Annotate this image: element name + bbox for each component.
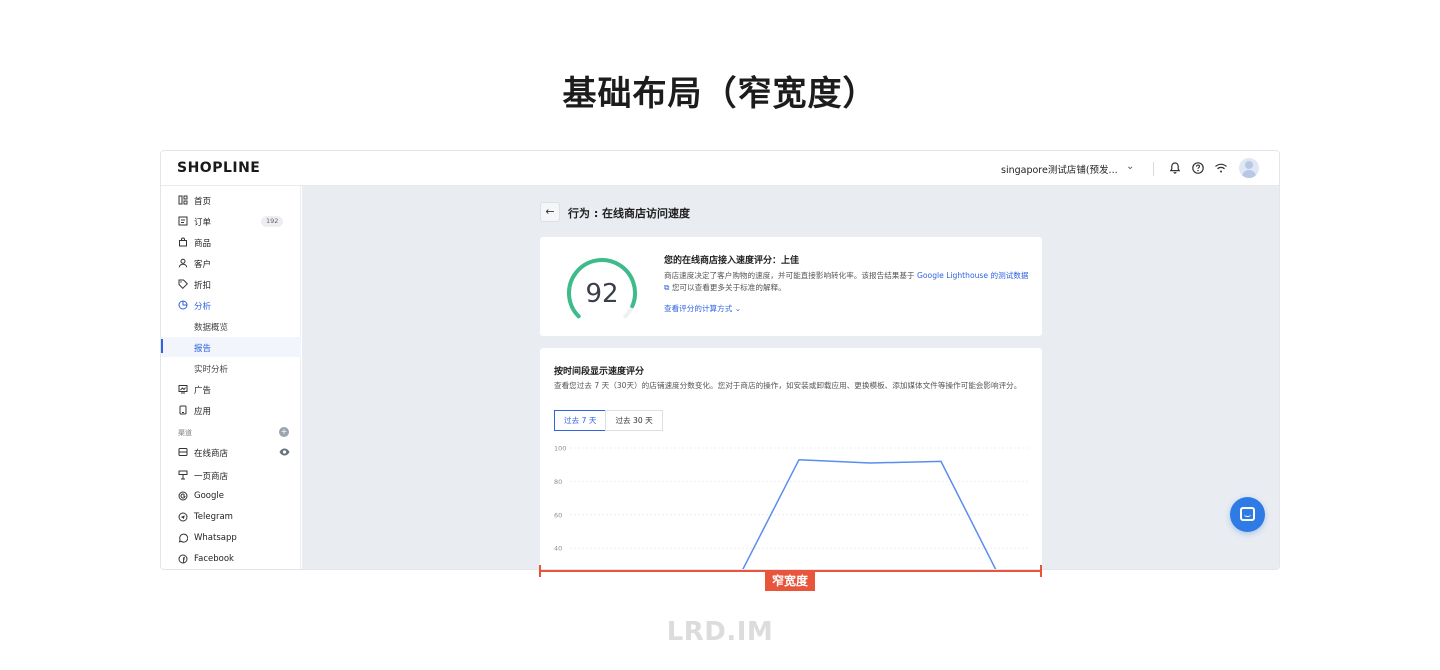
sidebar-item-ads[interactable]: 广告 xyxy=(161,379,301,399)
sidebar-item-label: 分析 xyxy=(194,302,212,312)
back-button[interactable]: ← xyxy=(540,202,560,222)
user-icon xyxy=(178,258,188,268)
bag-icon xyxy=(179,237,187,247)
lighthouse-link[interactable]: Google Lighthouse 的测试数据 xyxy=(917,271,1028,280)
main-content: ← 行为 : 在线商店访问速度 92 您的在线商店接入速度评分：上佳 商店速度决… xyxy=(302,186,1279,569)
footer-brand: LRD.IM xyxy=(666,617,774,647)
score-title: 您的在线商店接入速度评分：上佳 xyxy=(664,256,800,266)
sidebar-item-label: 实时分析 xyxy=(194,365,229,375)
chat-support-button[interactable] xyxy=(1230,497,1265,532)
score-value: 92 xyxy=(585,279,618,309)
tag-icon xyxy=(178,279,188,289)
sidebar-item-label: Whatsapp xyxy=(194,533,237,543)
divider xyxy=(1153,162,1154,176)
sidebar-item-label: 客户 xyxy=(194,260,212,270)
home-icon xyxy=(178,195,188,205)
chevron-down-icon: ⌄ xyxy=(732,304,742,313)
arrow-left-icon: ← xyxy=(545,205,555,218)
sidebar: 首页 订单 192 商品 客户 折扣 分析 数据概览 报告 实时分析 广告 应用… xyxy=(161,186,301,569)
sidebar-item-label: Google xyxy=(194,491,224,501)
tab-7-days[interactable]: 过去 7 天 xyxy=(554,410,607,431)
calc-method-link[interactable]: 查看评分的计算方式 ⌄ xyxy=(664,303,741,314)
score-gauge: 92 xyxy=(567,258,637,319)
store-icon xyxy=(178,448,188,456)
chart-title: 按时间段显示速度评分 xyxy=(554,367,645,377)
store-name: singapore测试店铺(预发... xyxy=(1001,165,1118,176)
sidebar-item-label: 折扣 xyxy=(194,281,212,291)
sidebar-item-telegram[interactable]: Telegram xyxy=(161,507,301,527)
tab-30-days[interactable]: 过去 30 天 xyxy=(605,410,663,431)
app-icon xyxy=(179,405,187,415)
report-title: 行为 : 在线商店访问速度 xyxy=(568,207,691,220)
order-icon xyxy=(178,216,188,226)
chevron-down-icon: ⌄ xyxy=(1126,161,1135,172)
bell-icon[interactable] xyxy=(1167,160,1183,176)
sidebar-subitem-reports[interactable]: 报告 xyxy=(161,337,301,357)
sidebar-item-label: 应用 xyxy=(194,407,212,417)
score-desc-text: 商店速度决定了客户购物的速度，并可能直接影响转化率。该报告结果基于 xyxy=(664,271,918,280)
sidebar-subitem-overview[interactable]: 数据概览 xyxy=(161,316,301,336)
add-channel-icon[interactable]: + xyxy=(279,427,289,437)
shopline-logo[interactable]: SHOPLINE xyxy=(177,160,260,176)
sidebar-item-label: 一页商店 xyxy=(194,472,229,482)
store-selector[interactable]: singapore测试店铺(预发... ⌄ xyxy=(1001,161,1134,176)
y-tick-label: 40 xyxy=(554,545,562,553)
speed-score-card: 92 您的在线商店接入速度评分：上佳 商店速度决定了客户购物的速度，并可能直接影… xyxy=(540,237,1042,336)
sidebar-item-analytics[interactable]: 分析 xyxy=(161,295,301,315)
sidebar-subitem-realtime[interactable]: 实时分析 xyxy=(161,358,301,378)
sidebar-item-label: 广告 xyxy=(194,386,212,396)
top-bar: SHOPLINE singapore测试店铺(预发... ⌄ xyxy=(161,151,1279,186)
chart-icon xyxy=(178,300,188,310)
order-count-badge: 192 xyxy=(261,216,284,227)
sidebar-item-whatsapp[interactable]: Whatsapp xyxy=(161,528,301,548)
sidebar-item-products[interactable]: 商品 xyxy=(161,232,301,252)
sidebar-item-facebook[interactable]: Facebook xyxy=(161,549,301,569)
eye-icon[interactable] xyxy=(279,447,290,457)
period-toggle: 过去 7 天 过去 30 天 xyxy=(554,410,663,431)
ad-icon xyxy=(178,385,188,394)
sidebar-item-apps[interactable]: 应用 xyxy=(161,400,301,420)
channels-label: 渠道 xyxy=(178,429,192,437)
sidebar-item-customers[interactable]: 客户 xyxy=(161,253,301,273)
sidebar-item-label: 数据概览 xyxy=(194,323,229,333)
measure-label: 窄宽度 xyxy=(765,571,815,591)
chart-description: 查看您过去 7 天（30天）的店铺速度分数变化。您对于商店的操作，如安装或卸载应… xyxy=(554,381,1022,390)
sidebar-item-label: 在线商店 xyxy=(194,449,229,459)
sidebar-item-label: 报告 xyxy=(194,344,212,354)
sidebar-item-label: 首页 xyxy=(194,197,212,207)
sidebar-item-orders[interactable]: 订单 192 xyxy=(161,211,301,231)
speed-history-card: 按时间段显示速度评分 查看您过去 7 天（30天）的店铺速度分数变化。您对于商店… xyxy=(540,348,1042,569)
score-description: 商店速度决定了客户购物的速度，并可能直接影响转化率。该报告结果基于 Google… xyxy=(664,270,1029,294)
facebook-icon xyxy=(178,554,188,564)
sidebar-item-label: 订单 xyxy=(194,218,212,228)
sidebar-item-home[interactable]: 首页 xyxy=(161,190,301,210)
whatsapp-icon xyxy=(178,533,188,543)
y-tick-label: 100 xyxy=(554,445,566,453)
help-icon[interactable] xyxy=(1190,160,1206,176)
onepage-icon xyxy=(178,470,188,480)
sidebar-item-one-page-store[interactable]: 一页商店 xyxy=(161,465,301,485)
sidebar-item-discounts[interactable]: 折扣 xyxy=(161,274,301,294)
y-tick-label: 80 xyxy=(554,478,562,486)
sidebar-item-online-store[interactable]: 在线商店 xyxy=(161,442,301,462)
avatar[interactable] xyxy=(1239,158,1259,178)
calc-method-label: 查看评分的计算方式 xyxy=(664,304,733,313)
wifi-icon[interactable] xyxy=(1213,160,1229,176)
score-desc-suffix: 您可以查看更多关于标准的解释。 xyxy=(669,283,786,292)
sidebar-item-label: Facebook xyxy=(194,554,234,564)
speed-line-chart: 10080604020 xyxy=(554,445,1028,569)
y-tick-label: 60 xyxy=(554,511,562,519)
app-window: SHOPLINE singapore测试店铺(预发... ⌄ 首页 订单 192… xyxy=(160,150,1280,570)
sidebar-item-google[interactable]: Google xyxy=(161,486,301,506)
page-title: 基础布局（窄宽度） xyxy=(562,74,878,114)
sidebar-item-label: Telegram xyxy=(194,512,233,522)
google-icon xyxy=(178,491,188,501)
telegram-icon xyxy=(178,512,188,522)
sidebar-item-label: 商品 xyxy=(194,239,212,249)
